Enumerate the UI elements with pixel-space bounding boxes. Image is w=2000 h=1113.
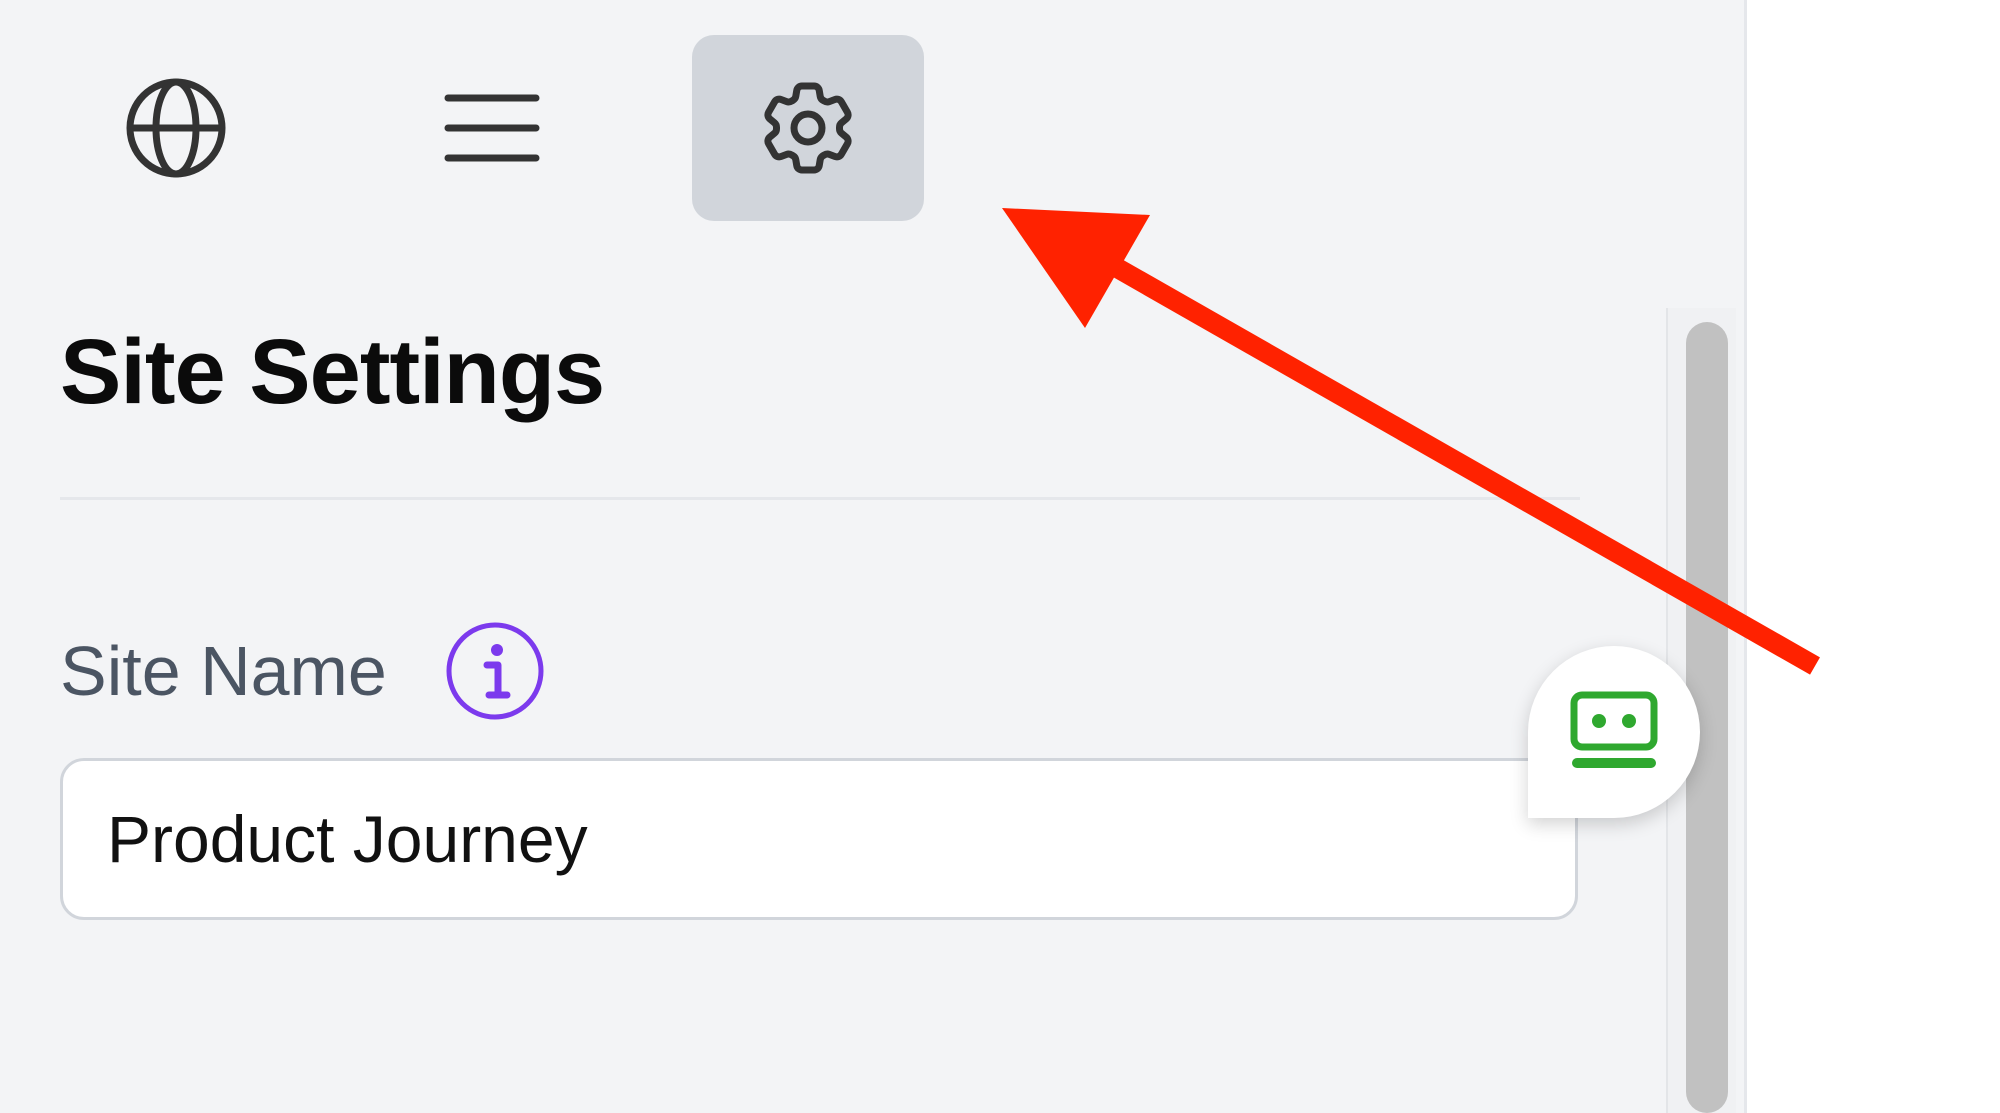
- globe-icon: [126, 78, 226, 178]
- site-name-label: Site Name: [60, 632, 387, 710]
- menu-icon: [444, 94, 540, 162]
- globe-button[interactable]: [60, 35, 292, 221]
- menu-button[interactable]: [376, 35, 608, 221]
- content-area: [1747, 0, 2000, 1113]
- assistant-icon: [1570, 691, 1658, 768]
- assistant-launcher[interactable]: [1528, 646, 1700, 818]
- site-name-label-row: Site Name: [60, 616, 547, 726]
- site-name-input[interactable]: [60, 758, 1578, 920]
- gear-icon: [764, 82, 852, 174]
- settings-panel: Site Settings Site Name: [0, 0, 1747, 1113]
- title-divider: [60, 497, 1580, 500]
- settings-button[interactable]: [692, 35, 924, 221]
- page-title: Site Settings: [60, 321, 605, 423]
- info-icon[interactable]: [443, 619, 547, 723]
